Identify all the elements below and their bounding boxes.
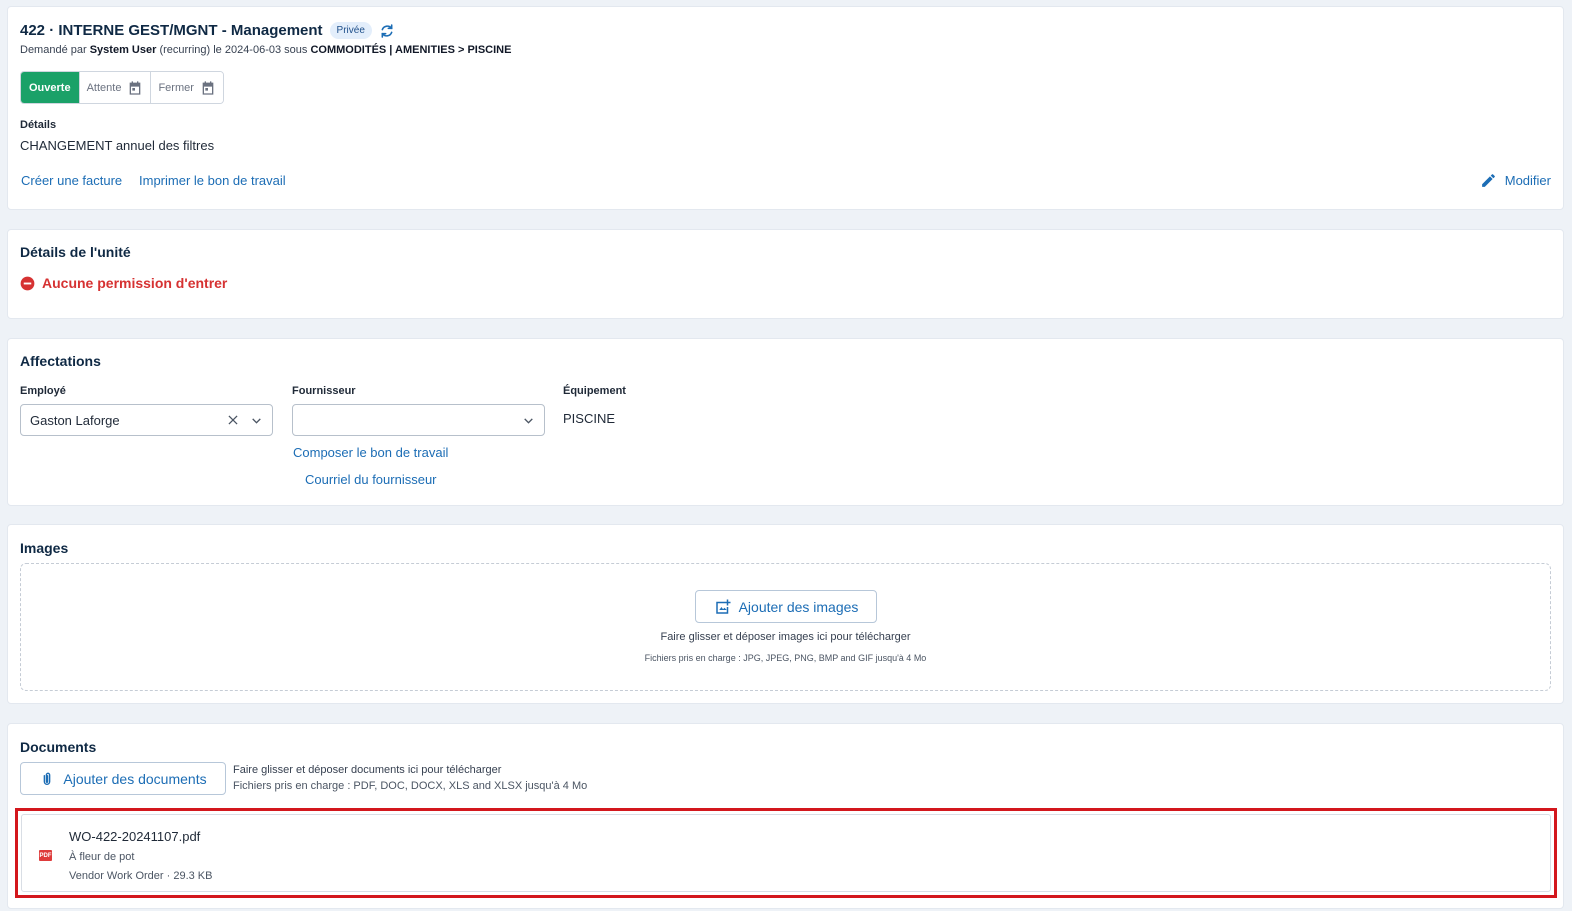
documents-drop-hint: Faire glisser et déposer documents ici p… — [233, 764, 502, 776]
images-drop-hint: Faire glisser et déposer images ici pour… — [660, 631, 911, 643]
documents-card: Documents Ajouter des documents Faire gl… — [7, 723, 1564, 909]
document-filename[interactable]: WO-422-20241107.pdf — [69, 829, 200, 844]
no-entry-icon — [20, 276, 35, 290]
unit-details-card: Détails de l'unité Aucune permission d'e… — [7, 229, 1564, 319]
work-order-title-row: 422 · INTERNE GEST/MGNT - Management Pri… — [20, 22, 395, 39]
add-photo-icon — [715, 599, 731, 614]
recurring-refresh-icon — [381, 23, 393, 38]
images-title: Images — [20, 540, 69, 556]
calendar-icon — [202, 80, 214, 95]
image-dropzone[interactable]: Ajouter des images Faire glisser et dépo… — [20, 563, 1551, 691]
compose-work-order-link[interactable]: Composer le bon de travail — [293, 445, 448, 460]
edit-button[interactable]: Modifier — [1480, 172, 1551, 189]
paperclip-icon — [44, 772, 51, 785]
add-documents-button[interactable]: Ajouter des documents — [20, 762, 226, 795]
pencil-icon — [1481, 174, 1495, 187]
supplier-email-link[interactable]: Courriel du fournisseur — [305, 472, 437, 487]
assignments-title: Affectations — [20, 353, 101, 369]
equipment-label: Équipement — [563, 385, 626, 397]
work-order-header-card: 422 · INTERNE GEST/MGNT - Management Pri… — [7, 6, 1564, 210]
images-supported-formats: Fichiers pris en charge : JPG, JPEG, PNG… — [644, 653, 927, 663]
print-work-order-link[interactable]: Imprimer le bon de travail — [139, 173, 286, 188]
details-label: Détails — [20, 119, 57, 131]
chevron-down-icon — [252, 417, 261, 424]
employee-value: Gaston Laforge — [30, 412, 120, 428]
requested-by: System User — [89, 44, 157, 56]
no-entry-text: Aucune permission d'entrer — [42, 275, 228, 291]
status-close-label: Fermer — [158, 81, 194, 94]
status-waiting-button[interactable]: Attente — [79, 72, 152, 103]
add-images-button[interactable]: Ajouter des images — [695, 590, 877, 623]
edit-label: Modifier — [1504, 173, 1551, 188]
add-documents-label: Ajouter des documents — [63, 770, 207, 787]
request-info: Demandé par System User (recurring) le 2… — [20, 44, 511, 56]
no-entry-permission: Aucune permission d'entrer — [20, 275, 227, 291]
document-highlight: PDF WO-422-20241107.pdf À fleur de pot V… — [15, 808, 1557, 898]
supplier-label: Fournisseur — [292, 385, 356, 397]
status-open-label: Ouverte — [29, 81, 71, 94]
request-category: COMMODITÉS | AMENITIES > PISCINE — [310, 44, 512, 56]
document-item[interactable]: PDF WO-422-20241107.pdf À fleur de pot V… — [21, 814, 1551, 892]
employee-label: Employé — [20, 385, 66, 397]
supplier-select[interactable] — [292, 404, 545, 436]
add-images-label: Ajouter des images — [738, 598, 859, 615]
assignments-card: Affectations Employé Gaston Laforge Four… — [7, 338, 1564, 506]
document-description: À fleur de pot — [69, 851, 135, 863]
document-meta: Vendor Work Order · 29.3 KB — [69, 870, 213, 882]
pdf-file-icon: PDF — [39, 850, 52, 861]
requested-prefix: Demandé par — [20, 44, 87, 56]
chevron-down-icon — [524, 417, 533, 424]
create-invoice-link[interactable]: Créer une facture — [21, 173, 122, 188]
requested-date: (recurring) le 2024-06-03 sous — [159, 44, 308, 56]
status-open-button[interactable]: Ouverte — [21, 72, 80, 103]
private-badge: Privée — [329, 22, 372, 39]
calendar-icon — [130, 80, 141, 95]
status-toggle-group: Ouverte Attente Fermer — [20, 71, 224, 104]
status-waiting-label: Attente — [86, 81, 122, 94]
status-close-button[interactable]: Fermer — [151, 72, 223, 103]
clear-icon[interactable] — [226, 413, 240, 427]
employee-select[interactable]: Gaston Laforge — [20, 404, 273, 436]
page-title: 422 · INTERNE GEST/MGNT - Management — [20, 22, 323, 39]
unit-details-title: Détails de l'unité — [20, 244, 131, 260]
details-text: CHANGEMENT annuel des filtres — [20, 138, 215, 153]
documents-supported-formats: Fichiers pris en charge : PDF, DOC, DOCX… — [233, 780, 588, 792]
documents-title: Documents — [20, 739, 97, 755]
equipment-value: PISCINE — [563, 411, 616, 426]
images-card: Images Ajouter des images Faire glisser … — [7, 524, 1564, 704]
